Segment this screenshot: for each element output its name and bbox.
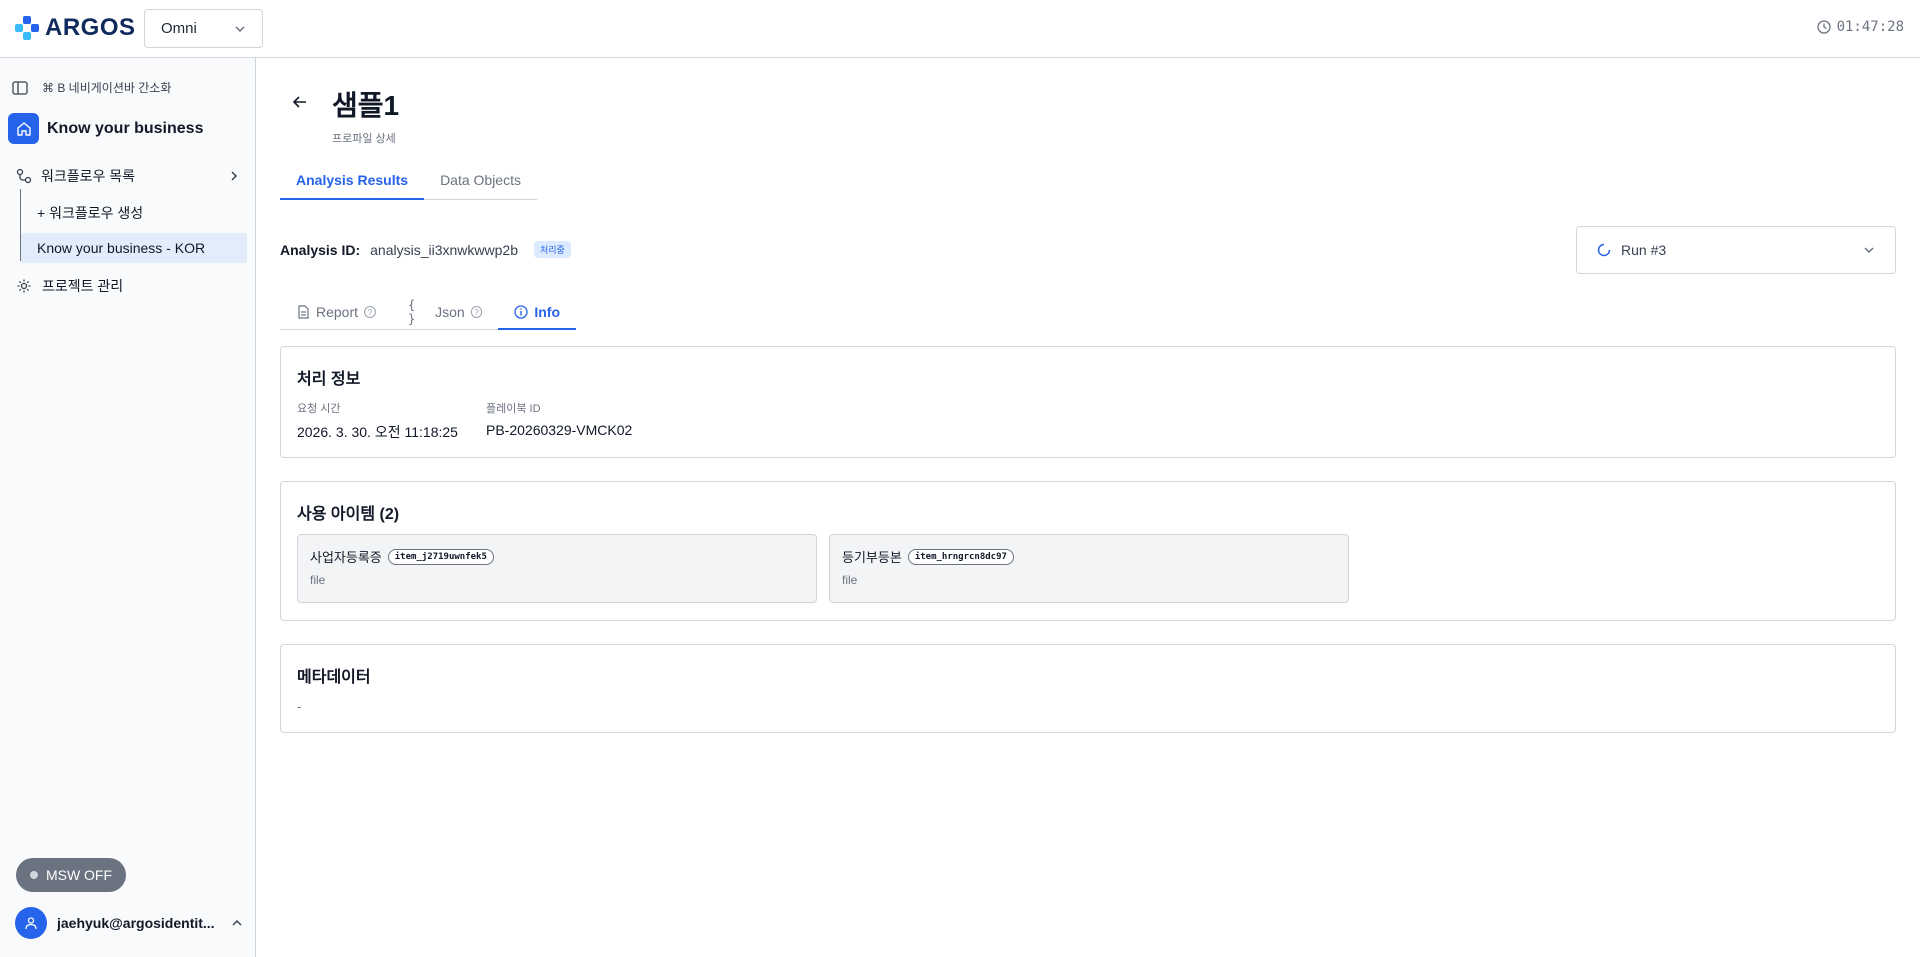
document-icon xyxy=(298,305,309,319)
playbook-id-label: 플레이북 ID xyxy=(486,403,541,415)
page-subtitle: 프로파일 상세 xyxy=(332,133,396,145)
chevron-down-icon xyxy=(235,25,245,32)
analysis-id-label: Analysis ID: xyxy=(280,241,361,258)
chevron-up-icon xyxy=(232,919,242,926)
user-avatar xyxy=(15,907,47,939)
user-icon xyxy=(25,917,37,930)
analysis-id-value: analysis_ii3xnwkwwp2b xyxy=(370,241,518,258)
sidebar-item-project-settings[interactable]: 프로젝트 관리 xyxy=(16,276,123,296)
metadata-value: - xyxy=(297,699,302,714)
used-items-card: 사용 아이템 (2) 사업자등록증 item_j2719uwnfek5 file… xyxy=(280,481,1896,621)
help-icon[interactable]: ? xyxy=(364,306,377,318)
top-bar: ARGOS Omni 01:47:28 xyxy=(0,0,1920,58)
user-email: jaehyuk@argosidentit... xyxy=(57,915,215,931)
back-button[interactable] xyxy=(288,90,312,114)
clock-time: 01:47:28 xyxy=(1836,19,1904,35)
run-select-value: Run #3 xyxy=(1621,242,1667,258)
analysis-id-row: Analysis ID: analysis_ii3xnwkwwp2b 처리중 xyxy=(280,241,571,258)
playbook-id-field: 플레이북 ID PB-20260329-VMCK02 xyxy=(486,400,632,438)
item-type: file xyxy=(842,573,858,587)
argos-logo-icon xyxy=(15,16,39,40)
project-header[interactable]: Know your business xyxy=(8,113,203,144)
sidebar: ⌘ B 네비게이션바 간소화 Know your business 워크플로우 … xyxy=(0,58,256,957)
json-braces-icon: { } xyxy=(408,298,416,326)
request-time-label: 요청 시간 xyxy=(297,403,341,415)
msw-toggle-label: MSW OFF xyxy=(45,867,113,883)
tab-data-objects[interactable]: Data Objects xyxy=(424,166,537,199)
project-name: Know your business xyxy=(47,119,204,137)
request-time-value: 2026. 3. 30. 오전 11:18:25 xyxy=(297,424,458,440)
workflow-icon xyxy=(16,168,32,184)
tab-info[interactable]: Info xyxy=(498,295,576,330)
request-time-field: 요청 시간 2026. 3. 30. 오전 11:18:25 xyxy=(297,400,458,442)
msw-toggle-button[interactable]: MSW OFF xyxy=(16,858,126,892)
user-menu[interactable]: jaehyuk@argosidentit... xyxy=(15,907,243,939)
brand-name: ARGOS xyxy=(45,14,136,41)
metadata-card: 메타데이터 - xyxy=(280,644,1896,733)
list-item[interactable]: 사업자등록증 item_j2719uwnfek5 file xyxy=(297,534,817,603)
tab-analysis-results[interactable]: Analysis Results xyxy=(280,166,425,200)
sidebar-toggle-icon xyxy=(12,80,28,95)
workspace-select[interactable]: Omni xyxy=(144,9,263,48)
argos-logo[interactable]: ARGOS xyxy=(15,14,136,42)
session-clock: 01:47:28 xyxy=(1816,19,1904,35)
item-type: file xyxy=(310,573,326,587)
processing-info-card: 처리 정보 요청 시간 2026. 3. 30. 오전 11:18:25 플레이… xyxy=(280,346,1896,458)
item-code-badge: item_j2719uwnfek5 xyxy=(387,548,494,565)
sidebar-item-active-workflow-label: Know your business - KOR xyxy=(37,240,206,256)
tab-json[interactable]: { } Json ? xyxy=(392,295,498,329)
msw-status-dot xyxy=(29,871,38,879)
chevron-right-icon xyxy=(231,171,238,181)
sidebar-toggle[interactable]: ⌘ B 네비게이션바 간소화 xyxy=(12,79,171,96)
help-icon[interactable]: ? xyxy=(470,306,483,318)
sidebar-toggle-label: ⌘ B 네비게이션바 간소화 xyxy=(42,81,172,95)
playbook-id-value: PB-20260329-VMCK02 xyxy=(486,422,633,438)
item-code-badge: item_hrngrcn8dc97 xyxy=(907,548,1014,565)
used-items-title: 사용 아이템 (2) xyxy=(297,506,400,523)
sidebar-item-workflows[interactable]: 워크플로우 목록 xyxy=(16,166,240,186)
item-name: 등기부등본 xyxy=(842,550,902,565)
loading-spinner-icon xyxy=(1597,243,1611,257)
home-icon xyxy=(8,113,39,144)
main-tabs: Analysis Results Data Objects xyxy=(280,166,537,200)
status-badge: 처리중 xyxy=(534,241,571,258)
run-select[interactable]: Run #3 xyxy=(1576,226,1896,274)
sidebar-item-create-workflow[interactable]: + 워크플로우 생성 xyxy=(37,203,143,223)
processing-info-title: 처리 정보 xyxy=(297,371,361,388)
list-item[interactable]: 등기부등본 item_hrngrcn8dc97 file xyxy=(829,534,1349,603)
arrow-left-icon xyxy=(292,96,306,108)
tab-report[interactable]: Report ? xyxy=(280,295,392,329)
item-name: 사업자등록증 xyxy=(310,550,382,565)
chevron-down-icon xyxy=(1864,247,1874,254)
page-title: 샘플1 xyxy=(332,90,400,121)
sidebar-item-workflows-label: 워크플로우 목록 xyxy=(41,168,136,184)
info-icon xyxy=(514,304,528,319)
clock-icon xyxy=(1816,20,1831,34)
sidebar-item-project-settings-label: 프로젝트 관리 xyxy=(42,278,124,294)
result-sub-tabs: Report ? { } Json ? Info xyxy=(280,295,576,330)
sidebar-item-active-workflow[interactable]: Know your business - KOR xyxy=(21,233,247,263)
metadata-title: 메타데이터 xyxy=(297,669,371,686)
workspace-select-value: Omni xyxy=(161,20,197,37)
gear-icon xyxy=(17,279,31,293)
tab-info-label: Info xyxy=(534,303,560,320)
tab-report-label: Report xyxy=(316,304,359,320)
tab-json-label: Json xyxy=(435,304,465,320)
